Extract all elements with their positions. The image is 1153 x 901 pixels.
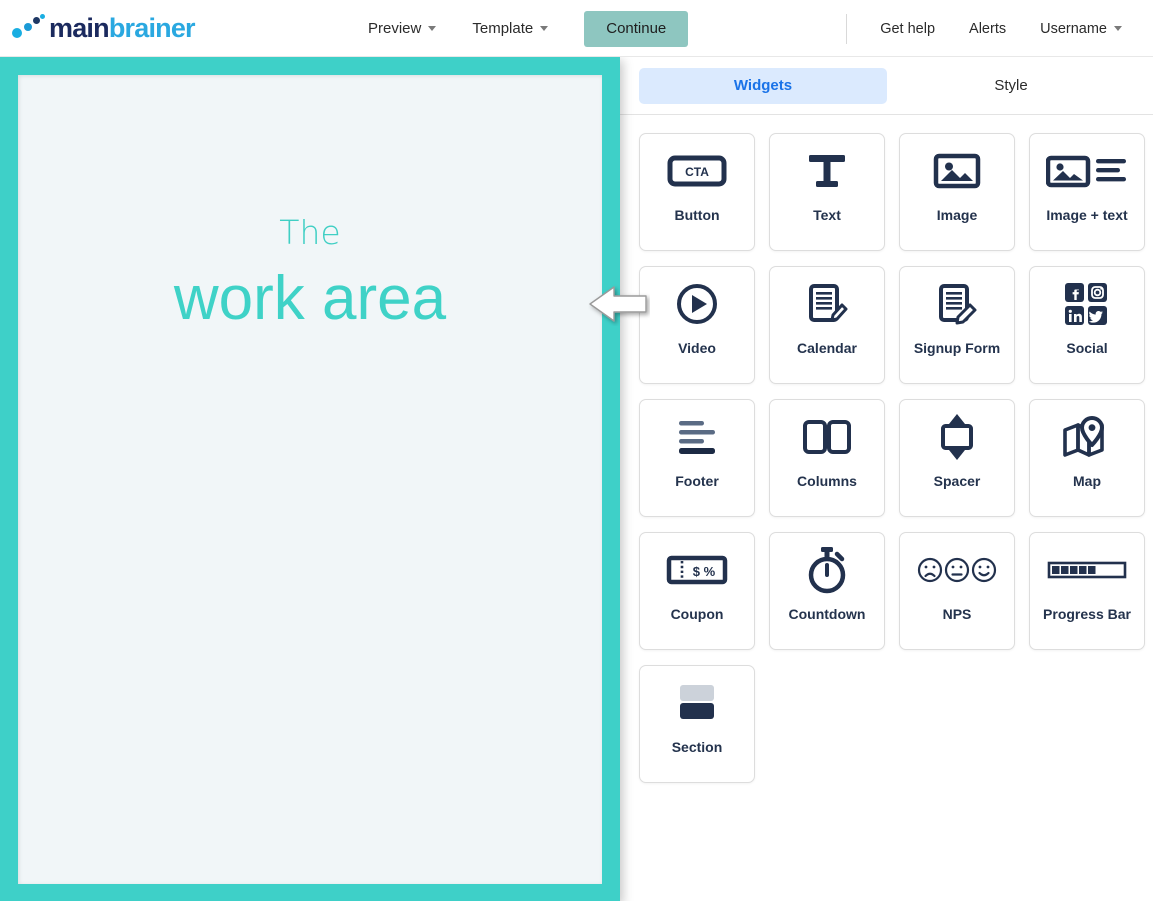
mainbrainer-dots-logo-icon xyxy=(12,14,45,42)
widget-label: Video xyxy=(678,340,716,356)
work-area-canvas[interactable]: The work area xyxy=(0,57,620,901)
widget-spacer[interactable]: Spacer xyxy=(899,399,1015,517)
widget-image-plus-text[interactable]: Image + text xyxy=(1029,133,1145,251)
coupon-ticket-icon: $ % xyxy=(666,533,728,607)
widget-video[interactable]: Video xyxy=(639,266,755,384)
widget-label: NPS xyxy=(942,606,972,622)
chevron-down-icon xyxy=(540,26,549,31)
signup-form-pencil-icon xyxy=(934,267,980,341)
nav-template-label: Template xyxy=(472,20,534,37)
widget-footer[interactable]: Footer xyxy=(639,399,755,517)
image-plus-text-icon xyxy=(1046,134,1128,208)
widget-label: Calendar xyxy=(797,340,857,356)
nav-preview[interactable]: Preview xyxy=(350,0,454,57)
image-icon xyxy=(933,134,981,208)
section-blocks-icon xyxy=(671,666,723,740)
work-area-placeholder-text: The work area xyxy=(18,213,602,335)
svg-text:$ %: $ % xyxy=(693,564,716,579)
nav-get-help-label: Get help xyxy=(880,20,936,37)
top-header: mainbrainer Preview Template Continue Ge… xyxy=(0,0,1153,57)
footer-lines-icon xyxy=(671,400,723,474)
chevron-down-icon xyxy=(1114,26,1122,31)
widget-label: Signup Form xyxy=(913,340,1001,356)
widget-button[interactable]: CTA Button xyxy=(639,133,755,251)
widget-label: Image + text xyxy=(1046,207,1128,223)
text-t-icon xyxy=(804,134,850,208)
widget-label: Section xyxy=(671,739,723,755)
widget-text[interactable]: Text xyxy=(769,133,885,251)
widget-label: Text xyxy=(813,207,841,223)
cta-button-icon: CTA xyxy=(667,134,727,208)
nav-username[interactable]: Username xyxy=(1023,0,1139,57)
nav-template[interactable]: Template xyxy=(454,0,566,57)
nav-alerts-label: Alerts xyxy=(969,20,1007,37)
widget-countdown[interactable]: Countdown xyxy=(769,532,885,650)
app-root: mainbrainer Preview Template Continue Ge… xyxy=(0,0,1153,901)
panel-tab-bar: Widgets Style xyxy=(620,57,1153,115)
brand-wordmark: mainbrainer xyxy=(49,12,196,43)
widget-label: Progress Bar xyxy=(1043,606,1131,622)
map-pin-icon xyxy=(1061,400,1113,474)
social-networks-icon xyxy=(1063,267,1111,341)
widget-calendar[interactable]: Calendar xyxy=(769,266,885,384)
nav-alerts[interactable]: Alerts xyxy=(952,0,1023,57)
widget-label: Map xyxy=(1073,473,1101,489)
header-center-nav: Preview Template Continue xyxy=(350,0,689,57)
stopwatch-icon xyxy=(804,533,850,607)
columns-icon xyxy=(801,400,853,474)
widget-label: Footer xyxy=(675,473,719,489)
spacer-arrows-icon xyxy=(934,400,980,474)
tab-widgets[interactable]: Widgets xyxy=(639,67,887,104)
header-right-nav: Get help Alerts Username xyxy=(846,0,1139,57)
continue-button[interactable]: Continue xyxy=(584,10,689,47)
nps-faces-icon xyxy=(917,533,997,607)
brand-logo[interactable]: mainbrainer xyxy=(12,11,196,45)
calendar-pencil-icon xyxy=(804,267,850,341)
widgets-grid: CTA Button Text Image Image + text Video… xyxy=(620,115,1153,783)
widget-section[interactable]: Section xyxy=(639,665,755,783)
chevron-down-icon xyxy=(428,26,437,31)
tab-style[interactable]: Style xyxy=(887,68,1135,104)
widget-label: Coupon xyxy=(670,606,724,622)
svg-text:CTA: CTA xyxy=(685,165,709,179)
progress-bar-icon xyxy=(1047,533,1127,607)
left-arrow-pointer-icon xyxy=(589,286,647,322)
widget-social[interactable]: Social xyxy=(1029,266,1145,384)
work-area-text-line1: The xyxy=(279,213,341,252)
widget-columns[interactable]: Columns xyxy=(769,399,885,517)
widget-label: Social xyxy=(1066,340,1108,356)
widget-label: Countdown xyxy=(788,606,866,622)
widget-label: Image xyxy=(936,207,978,223)
nav-username-label: Username xyxy=(1040,20,1107,37)
widget-progress-bar[interactable]: Progress Bar xyxy=(1029,532,1145,650)
widget-map[interactable]: Map xyxy=(1029,399,1145,517)
widget-label: Button xyxy=(674,207,720,223)
widget-label: Columns xyxy=(797,473,857,489)
widget-label: Spacer xyxy=(933,473,981,489)
work-area-inner[interactable]: The work area xyxy=(18,75,602,884)
brand-word-main: main xyxy=(49,12,110,43)
widget-image[interactable]: Image xyxy=(899,133,1015,251)
work-area-text-line2: work area xyxy=(173,264,447,334)
video-play-icon xyxy=(675,267,719,341)
widget-nps[interactable]: NPS xyxy=(899,532,1015,650)
widget-coupon[interactable]: $ % Coupon xyxy=(639,532,755,650)
right-side-panel: Widgets Style CTA Button Text Image Imag… xyxy=(620,57,1153,901)
brand-word-brainer: brainer xyxy=(108,12,196,43)
nav-divider xyxy=(846,13,848,44)
nav-preview-label: Preview xyxy=(368,20,422,37)
nav-get-help[interactable]: Get help xyxy=(863,0,952,57)
widget-signup-form[interactable]: Signup Form xyxy=(899,266,1015,384)
